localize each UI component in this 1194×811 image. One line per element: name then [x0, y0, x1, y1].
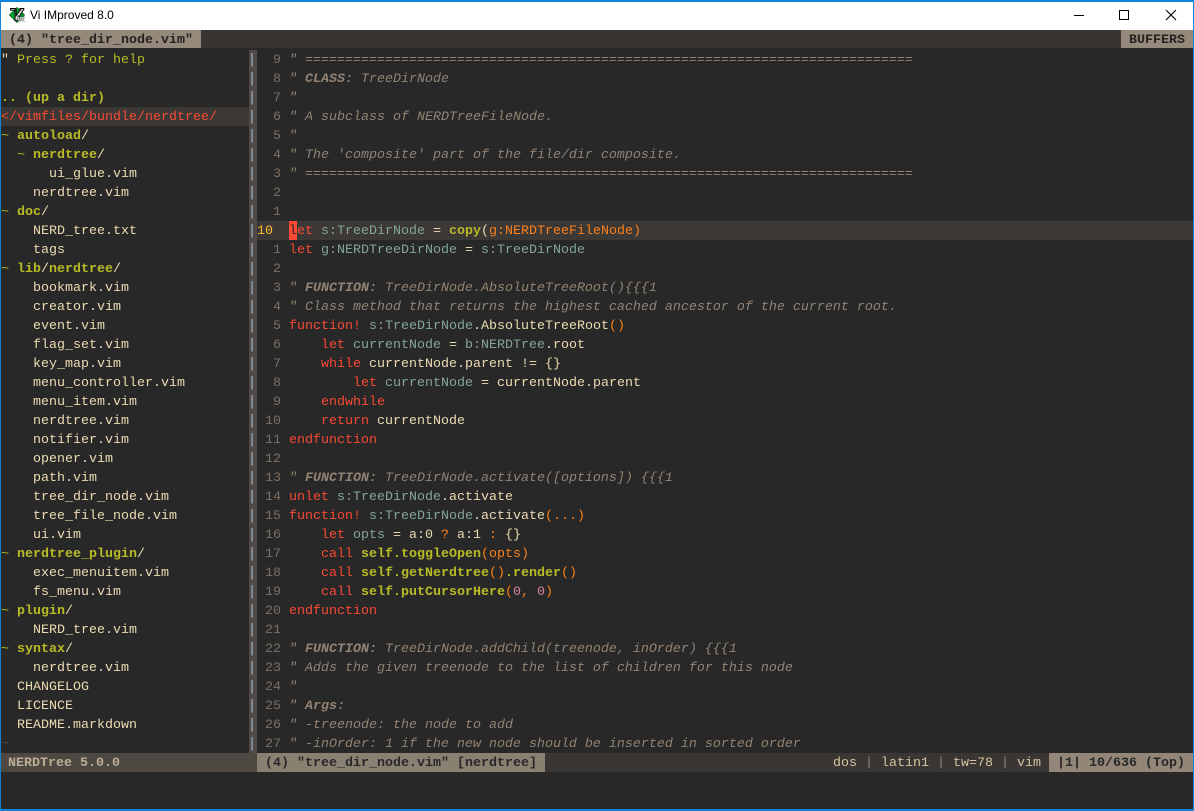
svg-text:im: im	[17, 16, 25, 23]
